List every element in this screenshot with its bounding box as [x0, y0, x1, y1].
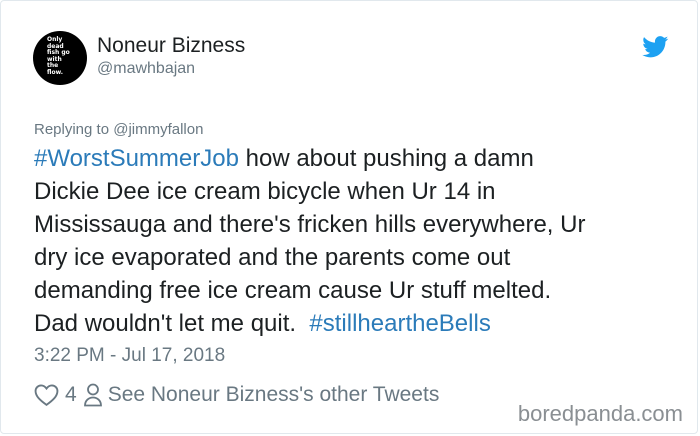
tweet-text: how about pushing a damn — [238, 145, 534, 172]
tweet-body-line: #WorstSummerJob how about pushing a damn — [34, 142, 684, 175]
like-count: 4 — [65, 383, 77, 406]
watermark: boredpanda.com — [511, 401, 683, 427]
see-other-tweets-link[interactable]: See Noneur Bizness's other Tweets — [108, 383, 440, 407]
hashtag-link[interactable]: #stillheartheBells — [309, 310, 490, 337]
tweet-body-line: Dickie Dee ice cream bicycle when Ur 14 … — [34, 178, 496, 205]
replying-to[interactable]: Replying to @jimmyfallon — [34, 121, 203, 138]
tweet-body-line: Dad wouldn't let me quit. #stillheartheB… — [34, 307, 684, 340]
twitter-bird-icon[interactable] — [642, 36, 669, 58]
avatar[interactable]: Only dead fish go with the flow. — [33, 31, 87, 85]
person-icon — [83, 383, 102, 407]
avatar-text-line: flow. — [47, 68, 64, 76]
tweet-body: #WorstSummerJob how about pushing a damn… — [34, 142, 684, 340]
tweet-actions: 4 See Noneur Bizness's other Tweets — [34, 381, 439, 409]
tweet-body-line: demanding free ice cream cause Ur stuff … — [34, 277, 552, 304]
tweet-text: Dad wouldn't let me quit. — [34, 310, 310, 337]
tweet-body-line: dry ice evaporated and the parents come … — [34, 244, 511, 271]
tweet-body-line: Mississauga and there's fricken hills ev… — [34, 211, 586, 238]
author-handle[interactable]: @mawhbajan — [97, 60, 195, 78]
heart-icon[interactable] — [34, 383, 59, 407]
author-display-name[interactable]: Noneur Bizness — [97, 34, 245, 58]
tweet-timestamp[interactable]: 3:22 PM - Jul 17, 2018 — [34, 345, 225, 367]
hashtag-link[interactable]: #WorstSummerJob — [34, 145, 239, 172]
tweet-card: Only dead fish go with the flow. Noneur … — [0, 0, 698, 434]
